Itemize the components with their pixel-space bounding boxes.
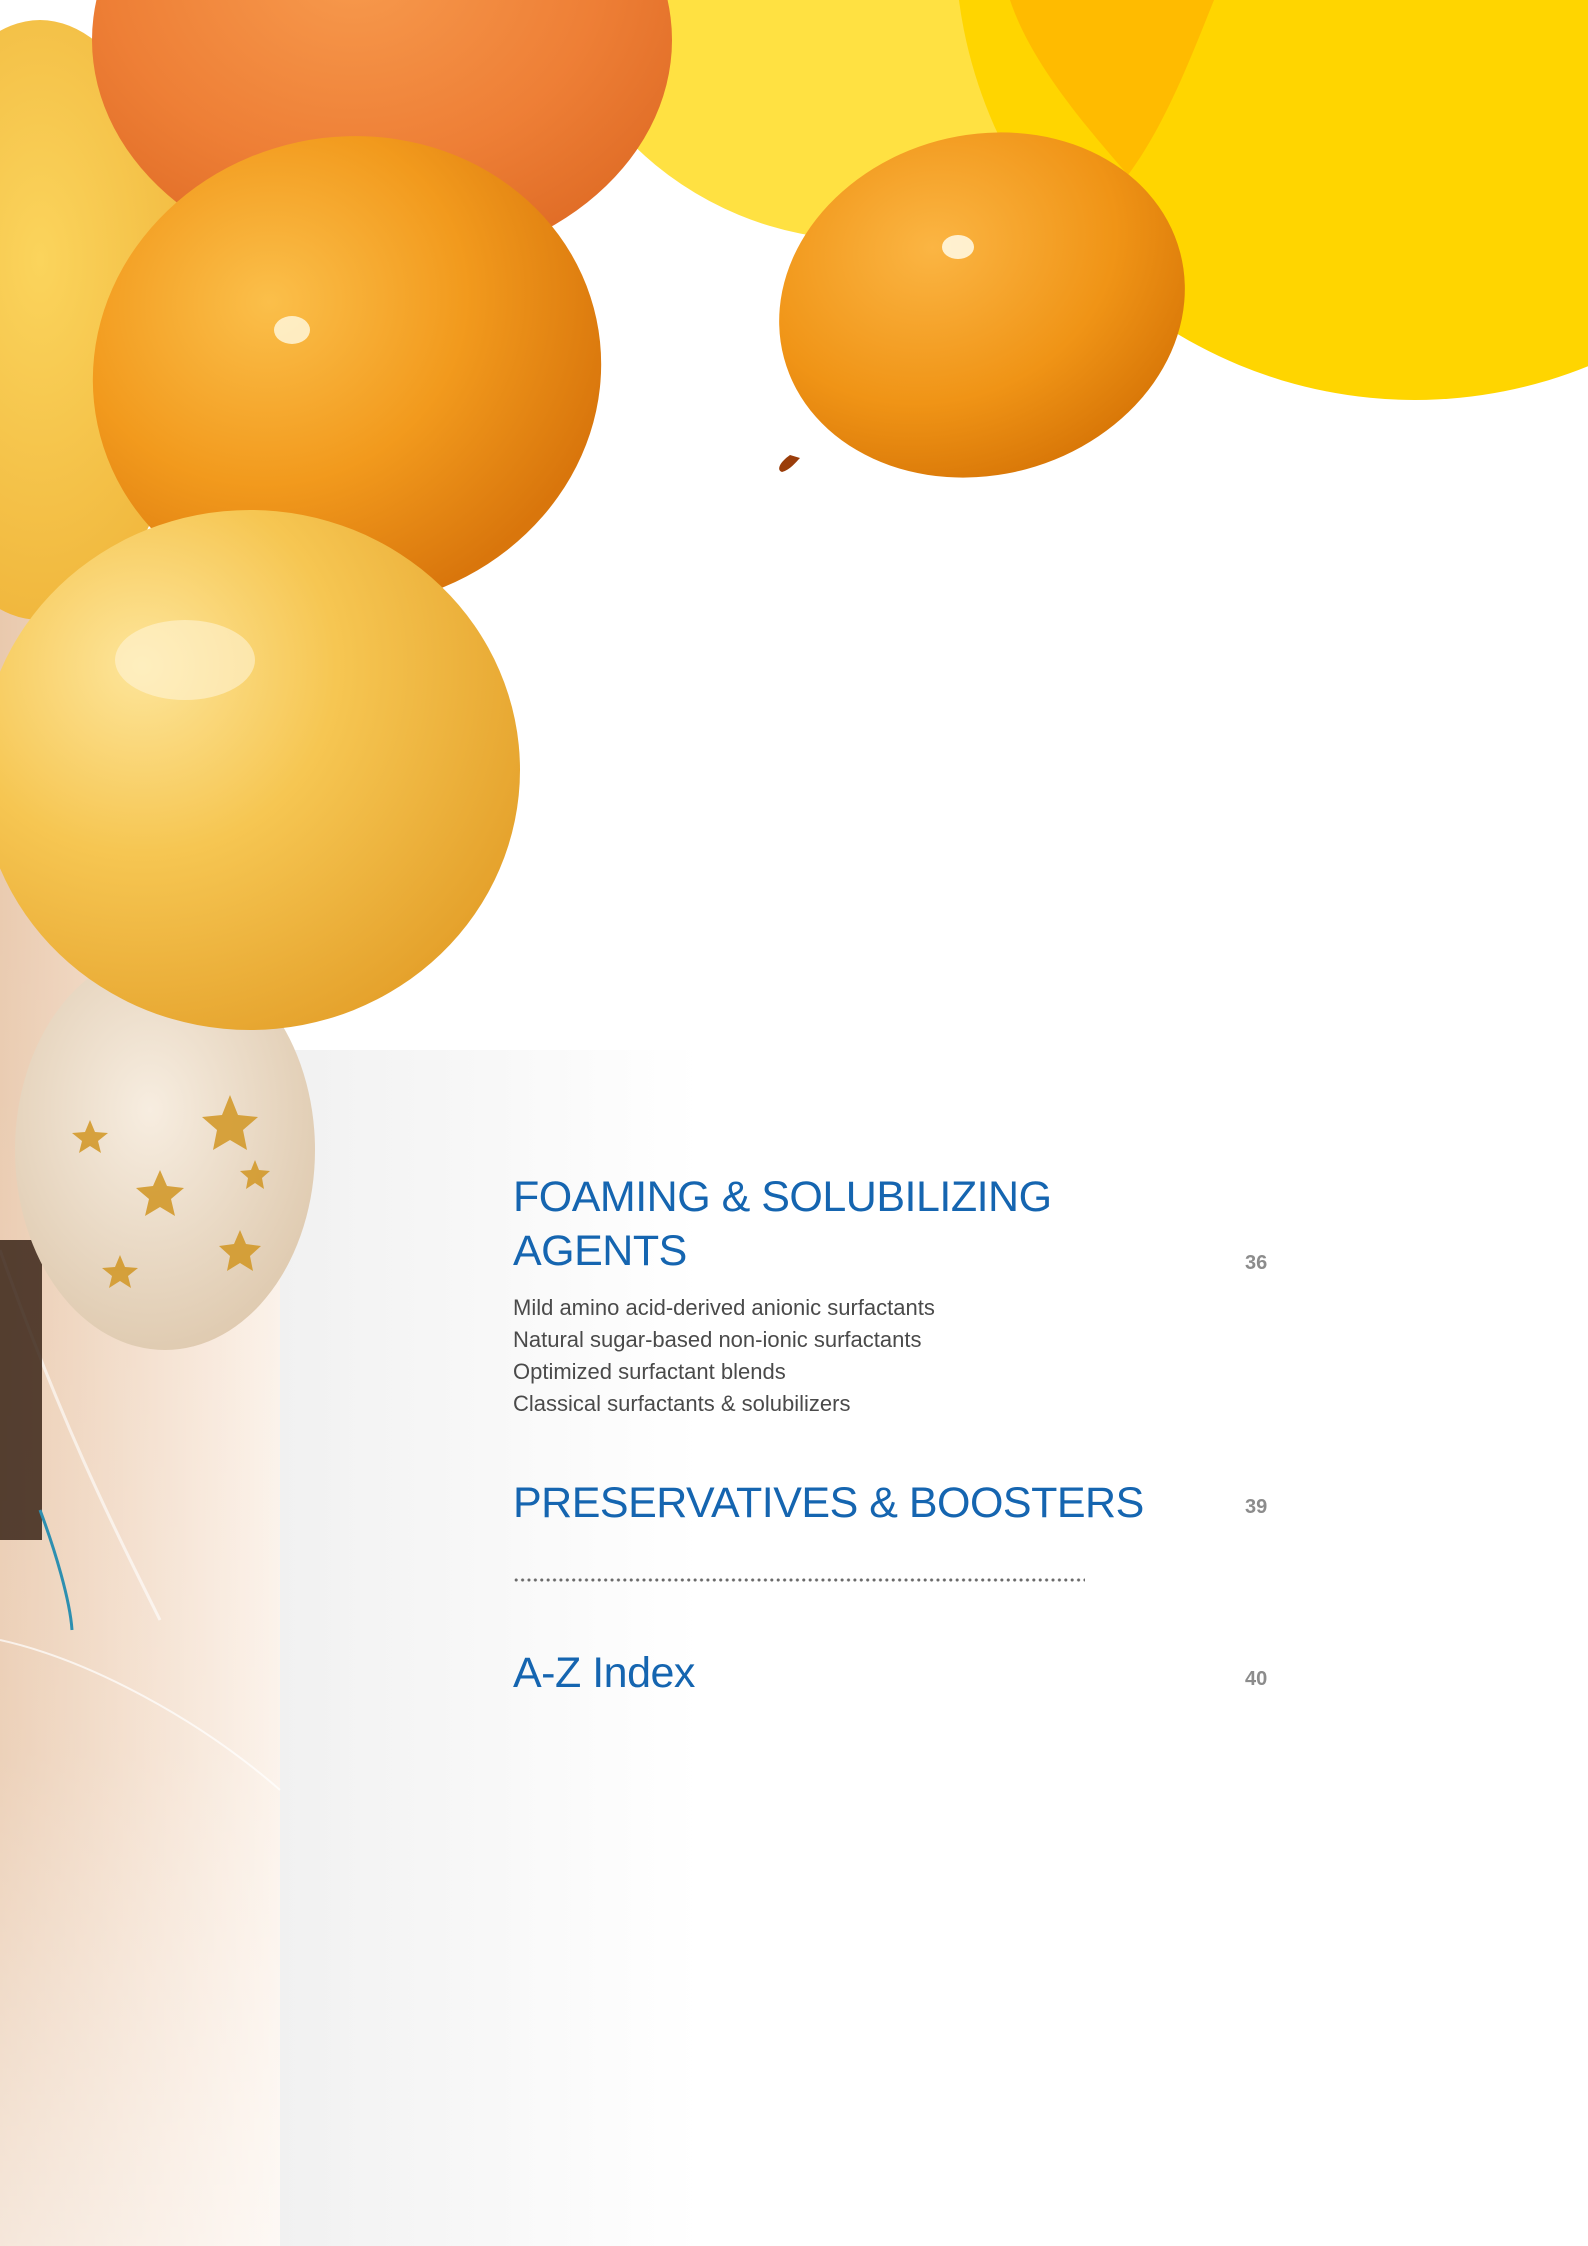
section-heading-foaming[interactable]: FOAMING & SOLUBILIZING AGENTS xyxy=(513,1170,1052,1278)
page-number-preservatives: 39 xyxy=(1245,1496,1268,1518)
page-number-foaming: 36 xyxy=(1245,1252,1268,1274)
section-heading-preservatives[interactable]: PRESERVATIVES & BOOSTERS xyxy=(513,1476,1144,1530)
section-heading-line-2: AGENTS xyxy=(513,1227,687,1275)
subsection-item: Mild amino acid-derived anionic surfacta… xyxy=(513,1295,935,1320)
brochure-page: FOAMING & SOLUBILIZING AGENTS 36 Mild am… xyxy=(0,0,1588,2246)
subsection-item: Optimized surfactant blends xyxy=(513,1359,786,1384)
subsection-item: Natural sugar-based non-ionic surfactant… xyxy=(513,1327,922,1352)
section-heading-index[interactable]: A-Z Index xyxy=(513,1646,695,1700)
section-heading-line-1: FOAMING & SOLUBILIZING xyxy=(513,1173,1052,1221)
page-number-index: 40 xyxy=(1245,1668,1268,1690)
subsection-list: Mild amino acid-derived anionic surfacta… xyxy=(513,1292,935,1420)
balloons-illustration xyxy=(0,0,1588,2246)
dotted-divider xyxy=(513,1578,1085,1582)
subsection-item: Classical surfactants & solubilizers xyxy=(513,1391,851,1416)
